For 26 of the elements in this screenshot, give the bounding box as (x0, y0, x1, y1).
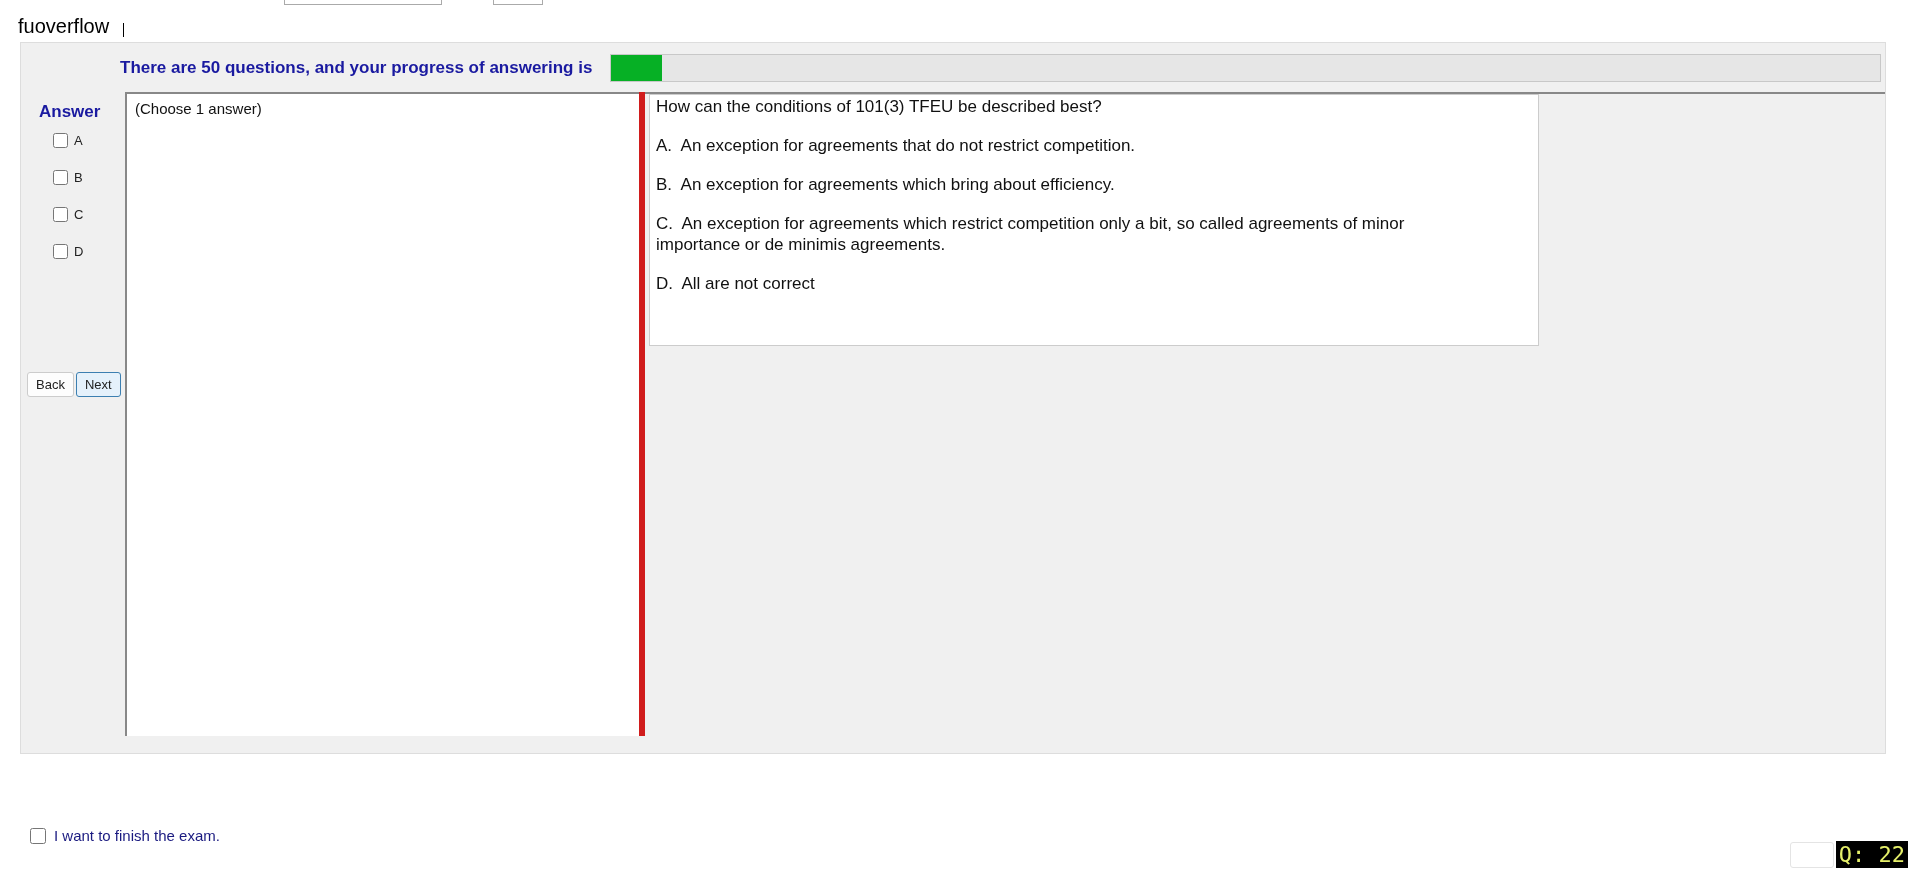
text-cursor (123, 23, 125, 37)
answer-hint: (Choose 1 answer) (135, 100, 262, 117)
answer-heading: Answer (39, 102, 101, 122)
choice-text: A. An exception for agreements that do not restrict competition. (656, 135, 1137, 156)
choice-text: D. All are not correct (656, 273, 816, 294)
finish-label: I want to finish the exam. (54, 827, 220, 844)
nav-button[interactable]: Back (27, 372, 74, 397)
choice-text: C. An exception for agreements which restrict competition only a bit, so called agreements of minor importance or de minimis agreements. (656, 213, 1406, 255)
answer-checkbox[interactable] (53, 244, 68, 259)
nav-button[interactable]: Next (75, 372, 121, 397)
question-text: How can the conditions of 101(3) TFEU be described best? (656, 97, 1103, 117)
answer-checkbox[interactable] (53, 207, 68, 222)
finish-checkbox[interactable] (30, 827, 46, 844)
option-label: B (74, 170, 83, 185)
input-field[interactable] (493, 0, 543, 5)
answer-checkbox[interactable] (53, 133, 68, 148)
site-title: fuoverflow (18, 14, 110, 38)
progress-label: There are 50 questions, and your progress of answering is (120, 58, 593, 78)
input-field[interactable] (284, 0, 442, 5)
answer-checkbox[interactable] (53, 170, 68, 185)
choice-text: B. An exception for agreements which bring about efficiency. (656, 174, 1116, 195)
option-label: A (74, 133, 83, 148)
answer-text-area[interactable]: (Choose 1 answer) (125, 92, 639, 736)
question-number-badge: Q: 22 (1835, 841, 1908, 868)
option-label: D (74, 244, 84, 259)
option-label: C (74, 207, 84, 222)
